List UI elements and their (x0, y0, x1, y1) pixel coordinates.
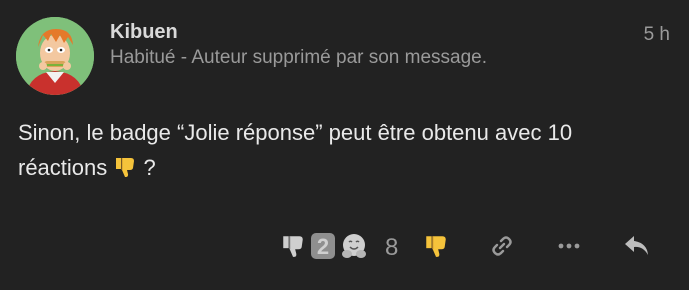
more-icon (558, 243, 580, 249)
reply-button[interactable] (620, 230, 654, 262)
link-icon (492, 236, 512, 256)
hugging-face-gray-icon[interactable] (338, 230, 370, 262)
reaction-count[interactable]: 8 (385, 234, 398, 262)
svg-text:2: 2 (317, 234, 329, 259)
reply-icon (625, 236, 648, 255)
post-body-line-1: Sinon, le badge “Jolie réponse” peut êtr… (18, 120, 573, 145)
thumbs-down-gray-icon[interactable] (278, 230, 308, 262)
more-actions-button[interactable] (553, 230, 585, 262)
avatar-image (16, 17, 94, 95)
copy-link-button[interactable] (486, 230, 518, 262)
two-keycap-gray-icon[interactable]: 2 (308, 230, 338, 262)
thumbs-down-emoji-icon (113, 154, 137, 189)
post-body-line-2: réactions ? (18, 150, 678, 189)
username[interactable]: Kibuen (110, 21, 178, 44)
post-date[interactable]: 5 h (644, 24, 670, 46)
avatar[interactable] (16, 17, 94, 95)
user-title: Habitué - Auteur supprimé par son messag… (110, 47, 488, 68)
post-body-text: réactions (18, 155, 108, 180)
thumbs-down-yellow-icon (426, 236, 446, 257)
post-body: Sinon, le badge “Jolie réponse” peut êtr… (18, 115, 678, 189)
thumbs-down-reaction-button[interactable] (420, 230, 452, 262)
post-actions: 2 8 (0, 222, 689, 270)
post-body-question-mark: ? (143, 155, 156, 180)
